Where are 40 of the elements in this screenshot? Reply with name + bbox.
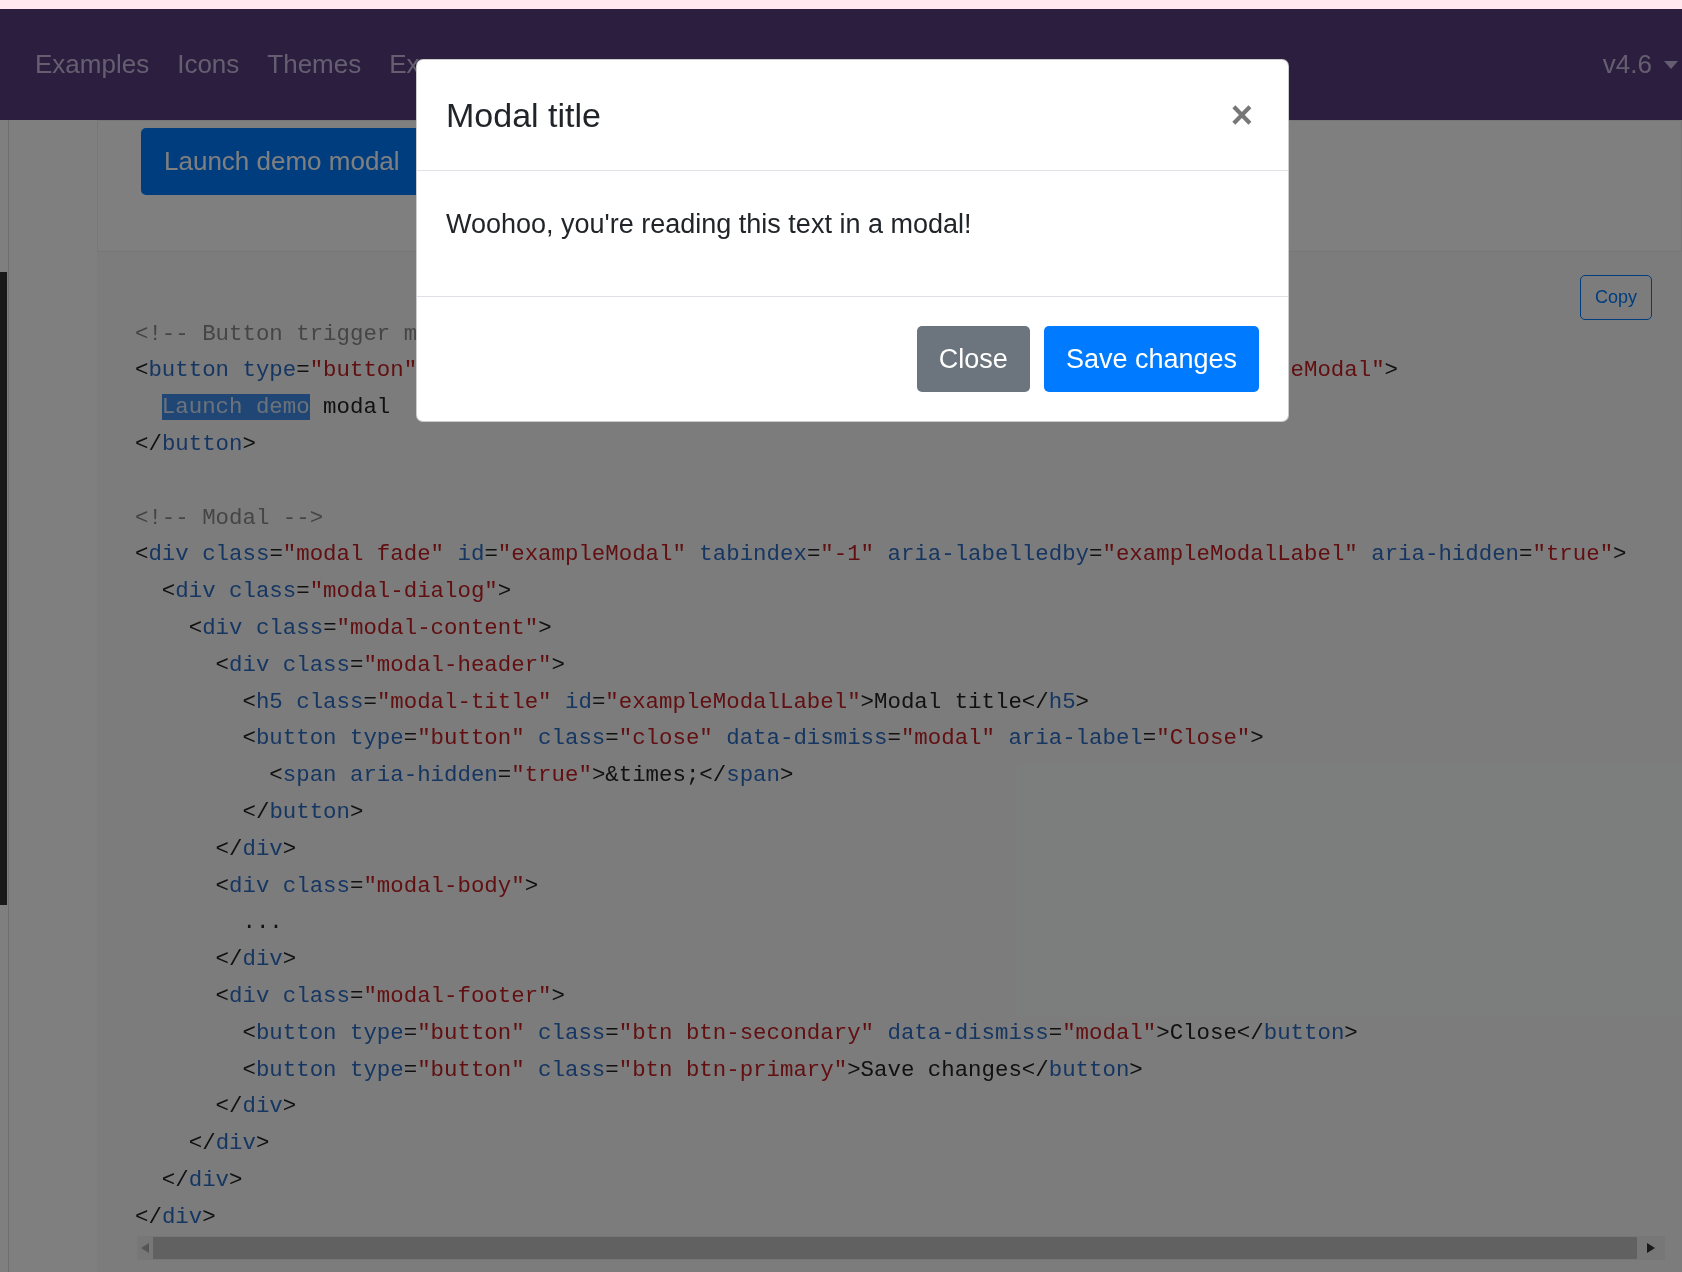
code-line: </div> (135, 1202, 216, 1232)
code-line: Launch demo modal (161, 393, 391, 423)
code-line: <div class="modal-header"> (214, 650, 565, 680)
code-line: </div> (214, 1092, 297, 1122)
nav-link[interactable]: Ex (389, 45, 420, 84)
code-line: <!-- Modal --> (135, 503, 324, 533)
code-line: <button type="button" class="btn btn-primary">Save changes</button> (241, 1055, 1143, 1085)
caret-icon (1664, 60, 1678, 69)
code-line: ... (241, 908, 283, 938)
code-line: eModal"> (1290, 356, 1399, 386)
save-button[interactable]: Save changes (1043, 326, 1259, 392)
code-line: <div class="modal fade" id="exampleModal" tabindex="-1" aria-labelledby="exampleModalLabel" aria-hidden="true"> (135, 540, 1627, 570)
nav-link[interactable]: Themes (267, 45, 362, 84)
code-line: <!-- Button trigger m (135, 319, 418, 349)
modal-body-text: Woohoo, you're reading this text in a modal! (446, 208, 973, 241)
code-line: </div> (187, 1129, 270, 1159)
scrollbar[interactable] (0, 272, 7, 905)
code-line: </button> (241, 797, 364, 827)
modal-title: Modal title (446, 94, 601, 136)
code-line: <button type="button" class="close" data-dismiss="modal" aria-label="Close"> (241, 724, 1264, 754)
code-line: <div class="modal-content"> (187, 613, 552, 643)
code-line: </button> (135, 430, 256, 459)
scroll-left-icon[interactable] (141, 1243, 149, 1253)
code-line: <div class="modal-dialog"> (160, 577, 512, 607)
code-line: </div> (214, 945, 297, 975)
close-button[interactable]: × (1230, 96, 1259, 134)
code-line: <button type="button" (135, 356, 418, 386)
nav-link[interactable]: Examples (35, 45, 150, 84)
close-button[interactable]: Close (916, 326, 1030, 392)
code-line: </div> (214, 834, 297, 864)
code-line: <div class="modal-footer"> (214, 981, 565, 1011)
version-dropdown[interactable]: v4.6 (1602, 45, 1678, 84)
code-line: </div> (160, 1165, 243, 1195)
nav-link[interactable]: Icons (177, 45, 240, 84)
code-line: <div class="modal-body"> (214, 871, 539, 901)
copy-button[interactable]: Copy (1579, 275, 1652, 320)
code-line: <h5 class="modal-title" id="exampleModalLabel">Modal title</h5> (241, 687, 1090, 717)
scroll-right-icon[interactable] (1647, 1243, 1655, 1253)
code-line: <span aria-hidden="true">&times;</span> (268, 761, 794, 791)
code-line: <button type="button" class="btn btn-secondary" data-dismiss="modal">Close</button> (241, 1018, 1358, 1048)
